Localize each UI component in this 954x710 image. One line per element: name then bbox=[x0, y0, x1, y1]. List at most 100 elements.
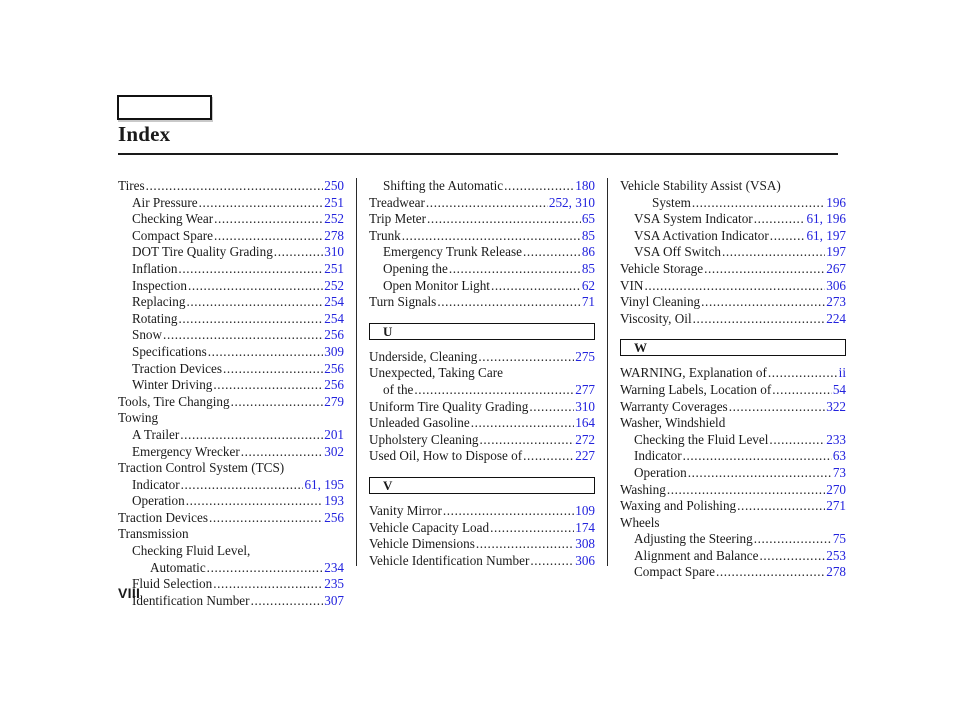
index-entry[interactable]: Fluid Selection.........................… bbox=[118, 576, 344, 593]
entry-page-number[interactable]: 278 bbox=[324, 228, 344, 245]
entry-page-number[interactable]: 310 bbox=[324, 244, 344, 261]
index-entry[interactable]: DOT Tire Quality Grading................… bbox=[118, 244, 344, 261]
entry-page-number[interactable]: 61, 195 bbox=[304, 477, 344, 494]
index-entry[interactable]: Identification Number...................… bbox=[118, 593, 344, 610]
entry-page-number[interactable]: 272 bbox=[575, 432, 595, 449]
entry-page-number[interactable]: 310 bbox=[575, 399, 595, 416]
index-entry[interactable]: Vehicle Capacity Load...................… bbox=[369, 520, 595, 537]
entry-page-number[interactable]: 63 bbox=[833, 448, 846, 465]
index-entry[interactable]: Shifting the Automatic..................… bbox=[369, 178, 595, 195]
index-entry[interactable]: Trunk...................................… bbox=[369, 228, 595, 245]
entry-page-number[interactable]: 277 bbox=[575, 382, 595, 399]
index-entry[interactable]: Opening the.............................… bbox=[369, 261, 595, 278]
entry-page-number[interactable]: 71 bbox=[582, 294, 595, 311]
entry-page-number[interactable]: 278 bbox=[826, 564, 846, 581]
entry-page-number[interactable]: 174 bbox=[575, 520, 595, 537]
entry-page-number[interactable]: 235 bbox=[324, 576, 344, 593]
index-entry[interactable]: Turn Signals............................… bbox=[369, 294, 595, 311]
entry-page-number[interactable]: 254 bbox=[324, 294, 344, 311]
entry-page-number[interactable]: 279 bbox=[324, 394, 344, 411]
entry-page-number[interactable]: 307 bbox=[324, 593, 344, 610]
entry-page-number[interactable]: ii bbox=[839, 365, 846, 382]
index-entry[interactable]: VIN.....................................… bbox=[620, 278, 846, 295]
entry-page-number[interactable]: 250 bbox=[324, 178, 344, 195]
index-entry[interactable]: Operation...............................… bbox=[118, 493, 344, 510]
entry-page-number[interactable]: 306 bbox=[826, 278, 846, 295]
entry-page-number[interactable]: 256 bbox=[324, 510, 344, 527]
entry-page-number[interactable]: 233 bbox=[826, 432, 846, 449]
index-entry[interactable]: VSA System Indicator....................… bbox=[620, 211, 846, 228]
index-entry[interactable]: Traction Devices........................… bbox=[118, 361, 344, 378]
entry-page-number[interactable]: 227 bbox=[575, 448, 595, 465]
entry-page-number[interactable]: 252 bbox=[324, 278, 344, 295]
index-entry[interactable]: Tires...................................… bbox=[118, 178, 344, 195]
index-entry[interactable]: Compact Spare...........................… bbox=[118, 228, 344, 245]
entry-page-number[interactable]: 302 bbox=[324, 444, 344, 461]
index-entry[interactable]: Rotating................................… bbox=[118, 311, 344, 328]
index-entry[interactable]: Unleaded Gasoline.......................… bbox=[369, 415, 595, 432]
index-entry[interactable]: Emergency Trunk Release.................… bbox=[369, 244, 595, 261]
entry-page-number[interactable]: 201 bbox=[324, 427, 344, 444]
entry-page-number[interactable]: 65 bbox=[582, 211, 595, 228]
entry-page-number[interactable]: 61, 196 bbox=[806, 211, 846, 228]
entry-page-number[interactable]: 322 bbox=[826, 399, 846, 416]
index-entry[interactable]: Upholstery Cleaning.....................… bbox=[369, 432, 595, 449]
index-entry[interactable]: A Trailer...............................… bbox=[118, 427, 344, 444]
entry-page-number[interactable]: 86 bbox=[582, 244, 595, 261]
entry-page-number[interactable]: 254 bbox=[324, 311, 344, 328]
entry-page-number[interactable]: 73 bbox=[833, 465, 846, 482]
index-entry[interactable]: Viscosity, Oil..........................… bbox=[620, 311, 846, 328]
entry-page-number[interactable]: 251 bbox=[324, 195, 344, 212]
entry-page-number[interactable]: 234 bbox=[324, 560, 344, 577]
index-entry[interactable]: VSA Activation Indicator................… bbox=[620, 228, 846, 245]
entry-page-number[interactable]: 252 bbox=[324, 211, 344, 228]
index-entry[interactable]: Vinyl Cleaning..........................… bbox=[620, 294, 846, 311]
entry-page-number[interactable]: 196 bbox=[826, 195, 846, 212]
entry-page-number[interactable]: 197 bbox=[826, 244, 846, 261]
index-entry[interactable]: Washing.................................… bbox=[620, 482, 846, 499]
entry-page-number[interactable]: 253 bbox=[826, 548, 846, 565]
index-entry[interactable]: Automatic...............................… bbox=[118, 560, 344, 577]
index-entry[interactable]: Emergency Wrecker.......................… bbox=[118, 444, 344, 461]
index-entry[interactable]: VSA Off Switch..........................… bbox=[620, 244, 846, 261]
entry-page-number[interactable]: 267 bbox=[826, 261, 846, 278]
index-entry[interactable]: Inspection..............................… bbox=[118, 278, 344, 295]
entry-page-number[interactable]: 271 bbox=[826, 498, 846, 515]
entry-page-number[interactable]: 308 bbox=[575, 536, 595, 553]
index-entry[interactable]: WARNING, Explanation of.................… bbox=[620, 365, 846, 382]
entry-page-number[interactable]: 224 bbox=[826, 311, 846, 328]
index-entry[interactable]: Waxing and Polishing....................… bbox=[620, 498, 846, 515]
entry-page-number[interactable]: 54 bbox=[833, 382, 846, 399]
index-entry[interactable]: Compact Spare...........................… bbox=[620, 564, 846, 581]
entry-page-number[interactable]: 109 bbox=[575, 503, 595, 520]
index-entry[interactable]: Uniform Tire Quality Grading............… bbox=[369, 399, 595, 416]
index-entry[interactable]: Open Monitor Light......................… bbox=[369, 278, 595, 295]
index-entry[interactable]: Warning Labels, Location of.............… bbox=[620, 382, 846, 399]
index-entry[interactable]: Checking the Fluid Level................… bbox=[620, 432, 846, 449]
entry-page-number[interactable]: 256 bbox=[324, 327, 344, 344]
index-entry[interactable]: Operation...............................… bbox=[620, 465, 846, 482]
entry-page-number[interactable]: 180 bbox=[575, 178, 595, 195]
index-entry[interactable]: Indicator...............................… bbox=[620, 448, 846, 465]
index-entry[interactable]: Used Oil, How to Dispose of.............… bbox=[369, 448, 595, 465]
entry-page-number[interactable]: 275 bbox=[575, 349, 595, 366]
entry-page-number[interactable]: 252, 310 bbox=[549, 195, 595, 212]
index-entry[interactable]: Tools, Tire Changing....................… bbox=[118, 394, 344, 411]
entry-page-number[interactable]: 306 bbox=[575, 553, 595, 570]
index-entry[interactable]: Specifications..........................… bbox=[118, 344, 344, 361]
entry-page-number[interactable]: 309 bbox=[324, 344, 344, 361]
index-entry[interactable]: Snow....................................… bbox=[118, 327, 344, 344]
index-entry[interactable]: Replacing...............................… bbox=[118, 294, 344, 311]
index-entry[interactable]: Vanity Mirror...........................… bbox=[369, 503, 595, 520]
entry-page-number[interactable]: 256 bbox=[324, 377, 344, 394]
index-entry[interactable]: Vehicle Identification Number...........… bbox=[369, 553, 595, 570]
index-entry[interactable]: Warranty Coverages .....................… bbox=[620, 399, 846, 416]
entry-page-number[interactable]: 270 bbox=[826, 482, 846, 499]
entry-page-number[interactable]: 61, 197 bbox=[806, 228, 846, 245]
index-entry[interactable]: Alignment and Balance...................… bbox=[620, 548, 846, 565]
entry-page-number[interactable]: 193 bbox=[324, 493, 344, 510]
entry-page-number[interactable]: 256 bbox=[324, 361, 344, 378]
index-entry[interactable]: Vehicle Dimensions......................… bbox=[369, 536, 595, 553]
entry-page-number[interactable]: 85 bbox=[582, 261, 595, 278]
entry-page-number[interactable]: 164 bbox=[575, 415, 595, 432]
